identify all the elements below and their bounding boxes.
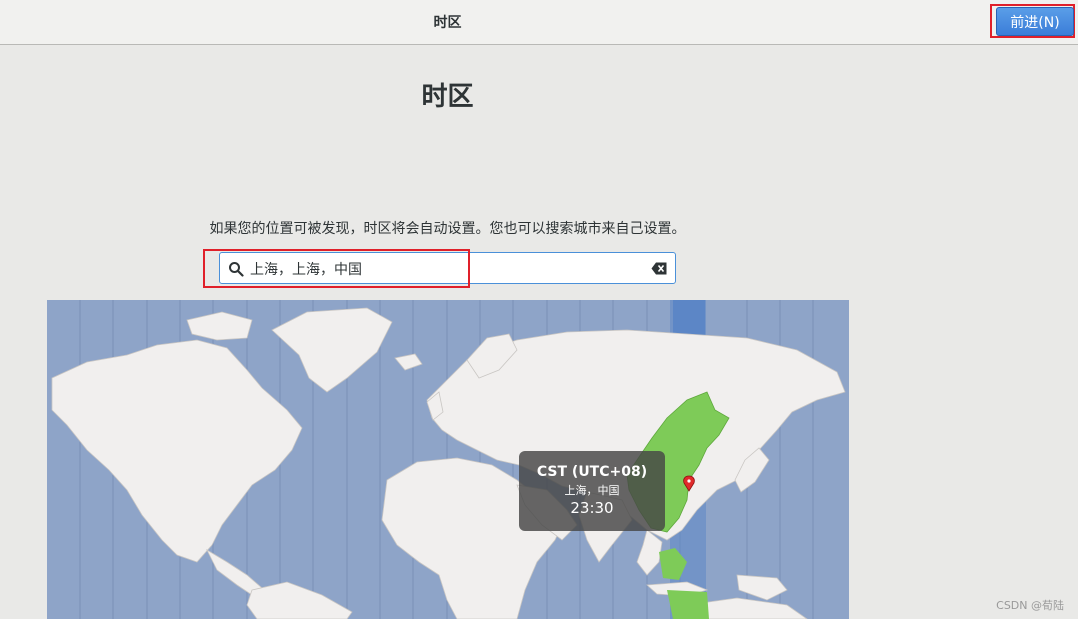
tooltip-time: 23:30	[570, 499, 614, 517]
page-title: 时区	[421, 82, 474, 112]
header-bar: 时区 前进(N)	[0, 0, 1078, 45]
tooltip-city: 上海，中国	[564, 484, 620, 497]
watermark: CSDN @荀陆	[996, 599, 1064, 612]
search-highlight	[203, 249, 470, 288]
timezone-tooltip: CST (UTC+08) 上海，中国 23:30	[519, 451, 665, 531]
tooltip-zone: CST (UTC+08)	[536, 464, 648, 480]
next-button[interactable]: 前进(N)	[996, 7, 1074, 36]
hint-text: 如果您的位置可被发现，时区将会自动设置。您也可以搜索城市来自己设置。	[209, 221, 686, 237]
world-map[interactable]	[47, 300, 849, 619]
timezone-screen: 时区 前进(N) 时区 如果您的位置可被发现，时区将会自动设置。您也可以搜索城市…	[0, 0, 1078, 619]
western-australia-region	[667, 590, 709, 619]
clear-text-icon[interactable]	[651, 262, 667, 275]
header-title: 时区	[433, 15, 462, 31]
